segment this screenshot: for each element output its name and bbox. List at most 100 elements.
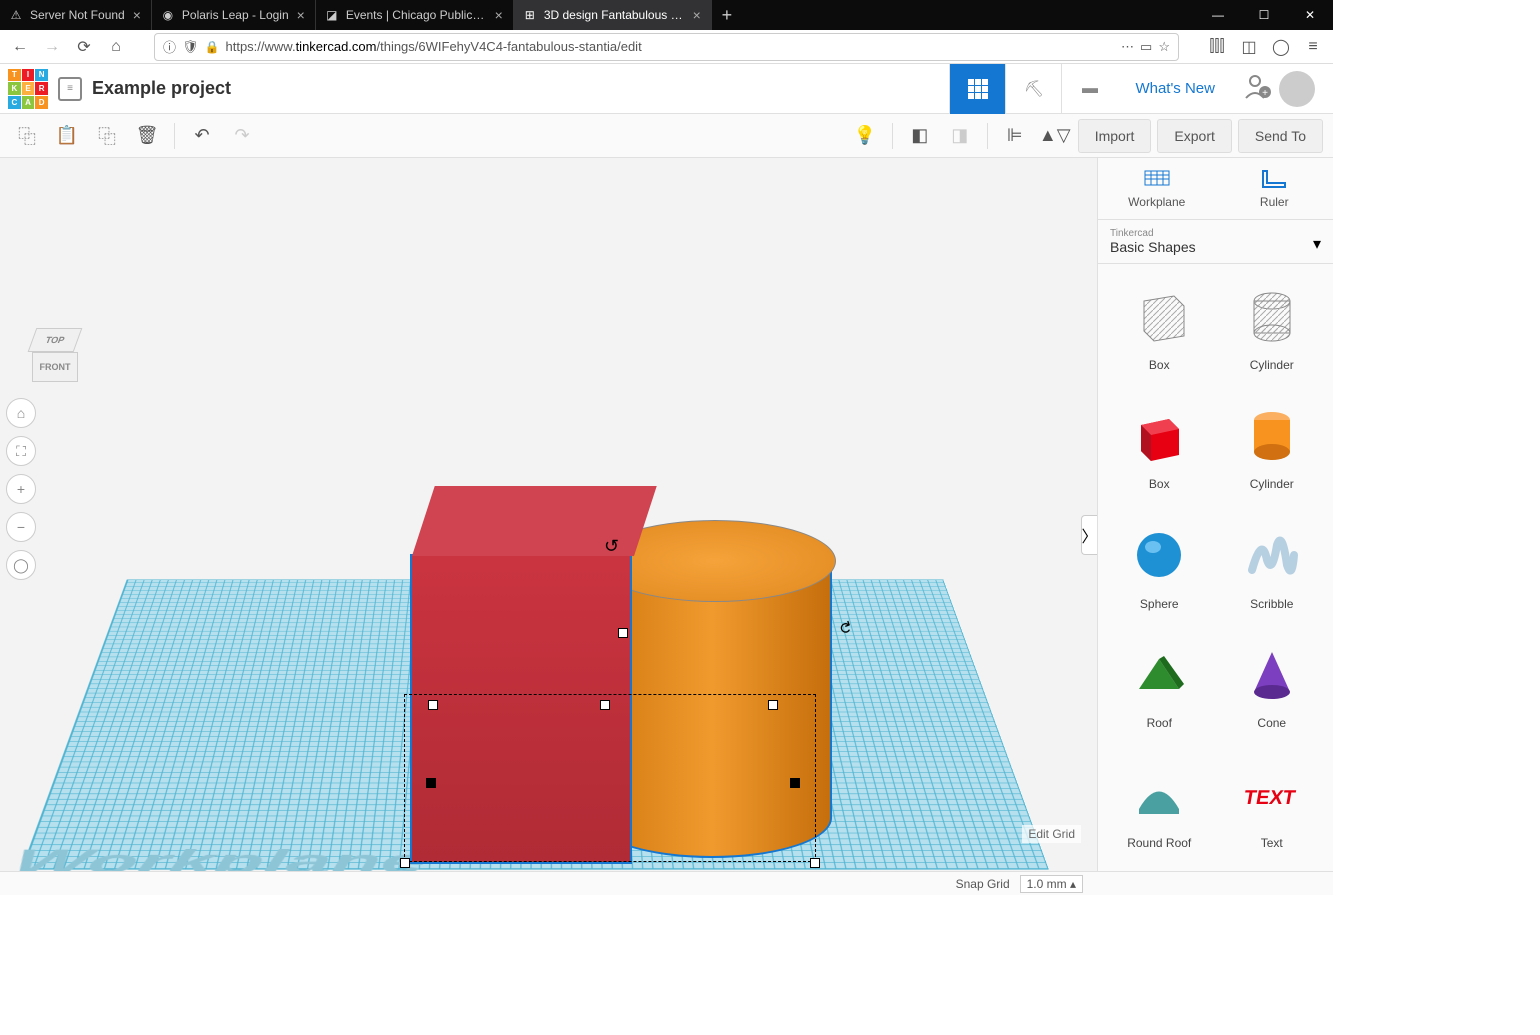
resize-handle[interactable]	[428, 700, 438, 710]
close-icon[interactable]: ×	[295, 7, 307, 23]
shape-grid: BoxCylinderBoxCylinderSphereScribbleRoof…	[1098, 264, 1333, 871]
shape-thumb-icon	[1236, 280, 1308, 352]
copy-button[interactable]: ⿻	[10, 119, 44, 153]
close-window-button[interactable]: ✕	[1287, 0, 1333, 30]
user-avatar[interactable]	[1279, 71, 1315, 107]
browser-tab-0[interactable]: ⚠ Server Not Found ×	[0, 0, 152, 30]
ortho-button[interactable]: ◯	[6, 550, 36, 580]
reader-icon[interactable]: ▭	[1140, 39, 1152, 55]
new-tab-button[interactable]: +	[712, 0, 742, 30]
project-icon[interactable]: ≡	[58, 77, 82, 101]
workplane-icon	[1143, 169, 1171, 191]
project-title[interactable]: Example project	[92, 78, 231, 99]
shape-item-box[interactable]: Box	[1108, 274, 1211, 383]
home-button[interactable]: ⌂	[102, 33, 130, 61]
view-cube[interactable]: TOP FRONT	[28, 328, 82, 382]
align-button[interactable]: ⊫	[998, 119, 1032, 153]
grid-view-button[interactable]	[949, 64, 1005, 114]
resize-handle[interactable]	[600, 700, 610, 710]
pickaxe-icon[interactable]: ⛏	[1005, 64, 1061, 114]
resize-handle[interactable]	[618, 628, 628, 638]
maximize-button[interactable]: ☐	[1241, 0, 1287, 30]
close-icon[interactable]: ×	[131, 7, 143, 23]
ungroup-button[interactable]: ◨	[943, 119, 977, 153]
main-canvas-area: Workplane ↺ ↻ ↻ TOP FRONT ⌂ ⛶ + − ◯	[0, 158, 1333, 871]
rotate-handle-icon[interactable]: ↺	[604, 536, 619, 557]
sidebar-icon[interactable]: ◫	[1235, 33, 1263, 61]
paste-button[interactable]: 📋	[50, 119, 84, 153]
home-view-button[interactable]: ⌂	[6, 398, 36, 428]
shapes-sidebar: Workplane Ruler Tinkercad Basic Shapes ▾…	[1097, 158, 1333, 871]
export-button[interactable]: Export	[1157, 119, 1231, 153]
url-text: https://www.tinkercad.com/things/6WIFehy…	[225, 39, 641, 54]
send-to-button[interactable]: Send To	[1238, 119, 1323, 153]
resize-handle[interactable]	[768, 700, 778, 710]
reload-button[interactable]: ⟳	[70, 33, 98, 61]
zoom-in-button[interactable]: +	[6, 474, 36, 504]
shape-label: Text	[1261, 836, 1283, 850]
info-icon: ⓘ	[163, 37, 176, 56]
redo-button[interactable]: ↷	[225, 119, 259, 153]
viewcube-front[interactable]: FRONT	[32, 352, 78, 382]
shape-item-cylinder[interactable]: Cylinder	[1221, 274, 1324, 383]
shape-thumb-icon	[1123, 519, 1195, 591]
viewcube-top[interactable]: TOP	[28, 328, 83, 352]
shape-item-round-roof[interactable]: Round Roof	[1108, 752, 1211, 861]
library-icon[interactable]: ⫿⫿⫿	[1203, 33, 1231, 61]
shape-item-scribble[interactable]: Scribble	[1221, 513, 1324, 622]
more-icon[interactable]: ⋯	[1121, 39, 1134, 55]
mirror-button[interactable]: ▲▽	[1038, 119, 1072, 153]
account-icon[interactable]: ◯	[1267, 33, 1295, 61]
group-button[interactable]: ◧	[903, 119, 937, 153]
shape-category-dropdown[interactable]: Tinkercad Basic Shapes ▾	[1098, 220, 1333, 264]
sidebar-expand-handle[interactable]: 〉	[1081, 515, 1097, 555]
workplane-tool[interactable]: Workplane	[1098, 158, 1216, 219]
tab-title: Polaris Leap - Login	[182, 8, 289, 22]
shape-label: Cylinder	[1250, 358, 1294, 372]
bulb-icon[interactable]: 💡	[848, 119, 882, 153]
undo-button[interactable]: ↶	[185, 119, 219, 153]
import-button[interactable]: Import	[1078, 119, 1152, 153]
resize-handle[interactable]	[400, 858, 410, 868]
svg-text:+: +	[1262, 88, 1268, 99]
shape-item-box[interactable]: Box	[1108, 393, 1211, 502]
shield-icon: 🛡	[182, 39, 199, 55]
minimize-button[interactable]: —	[1195, 0, 1241, 30]
chevron-down-icon: ▾	[1313, 234, 1321, 254]
delete-button[interactable]: 🗑	[130, 119, 164, 153]
duplicate-button[interactable]: ⿻	[90, 119, 124, 153]
fit-view-button[interactable]: ⛶	[6, 436, 36, 466]
whats-new-link[interactable]: What's New	[1117, 80, 1233, 97]
workplane-label: Workplane	[7, 843, 427, 871]
browser-tab-2[interactable]: ◪ Events | Chicago Public Library ×	[316, 0, 514, 30]
close-icon[interactable]: ×	[493, 7, 505, 23]
close-icon[interactable]: ×	[691, 7, 703, 23]
url-bar[interactable]: ⓘ 🛡 🔒 https://www.tinkercad.com/things/6…	[154, 33, 1179, 61]
back-button[interactable]: ←	[6, 33, 34, 61]
forward-button[interactable]: →	[38, 33, 66, 61]
shape-label: Box	[1149, 477, 1170, 491]
resize-handle[interactable]	[810, 858, 820, 868]
resize-handle[interactable]	[426, 778, 436, 788]
tinkercad-logo[interactable]: TIN KER CAD	[8, 69, 48, 109]
ruler-tool[interactable]: Ruler	[1216, 158, 1334, 219]
shape-item-roof[interactable]: Roof	[1108, 632, 1211, 741]
footer-bar: Snap Grid 1.0 mm ▴	[0, 871, 1333, 895]
add-user-icon[interactable]: +	[1243, 72, 1271, 105]
browser-tab-1[interactable]: ◉ Polaris Leap - Login ×	[152, 0, 316, 30]
menu-icon[interactable]: ≡	[1299, 33, 1327, 61]
browser-tab-3[interactable]: ⊞ 3D design Fantabulous Stantia ×	[514, 0, 712, 30]
shape-label: Roof	[1147, 716, 1172, 730]
edit-grid-button[interactable]: Edit Grid	[1022, 825, 1081, 843]
edit-toolbar: ⿻ 📋 ⿻ 🗑 ↶ ↷ 💡 ◧ ◨ ⊫ ▲▽ Import Export Sen…	[0, 114, 1333, 158]
zoom-out-button[interactable]: −	[6, 512, 36, 542]
shape-item-sphere[interactable]: Sphere	[1108, 513, 1211, 622]
resize-handle[interactable]	[790, 778, 800, 788]
brick-icon[interactable]: ▬	[1061, 64, 1117, 114]
snap-grid-select[interactable]: 1.0 mm ▴	[1020, 875, 1083, 893]
shape-item-text[interactable]: TEXTText	[1221, 752, 1324, 861]
shape-item-cone[interactable]: Cone	[1221, 632, 1324, 741]
tab-title: 3D design Fantabulous Stantia	[544, 8, 685, 22]
bookmark-icon[interactable]: ☆	[1158, 39, 1170, 55]
shape-item-cylinder[interactable]: Cylinder	[1221, 393, 1324, 502]
